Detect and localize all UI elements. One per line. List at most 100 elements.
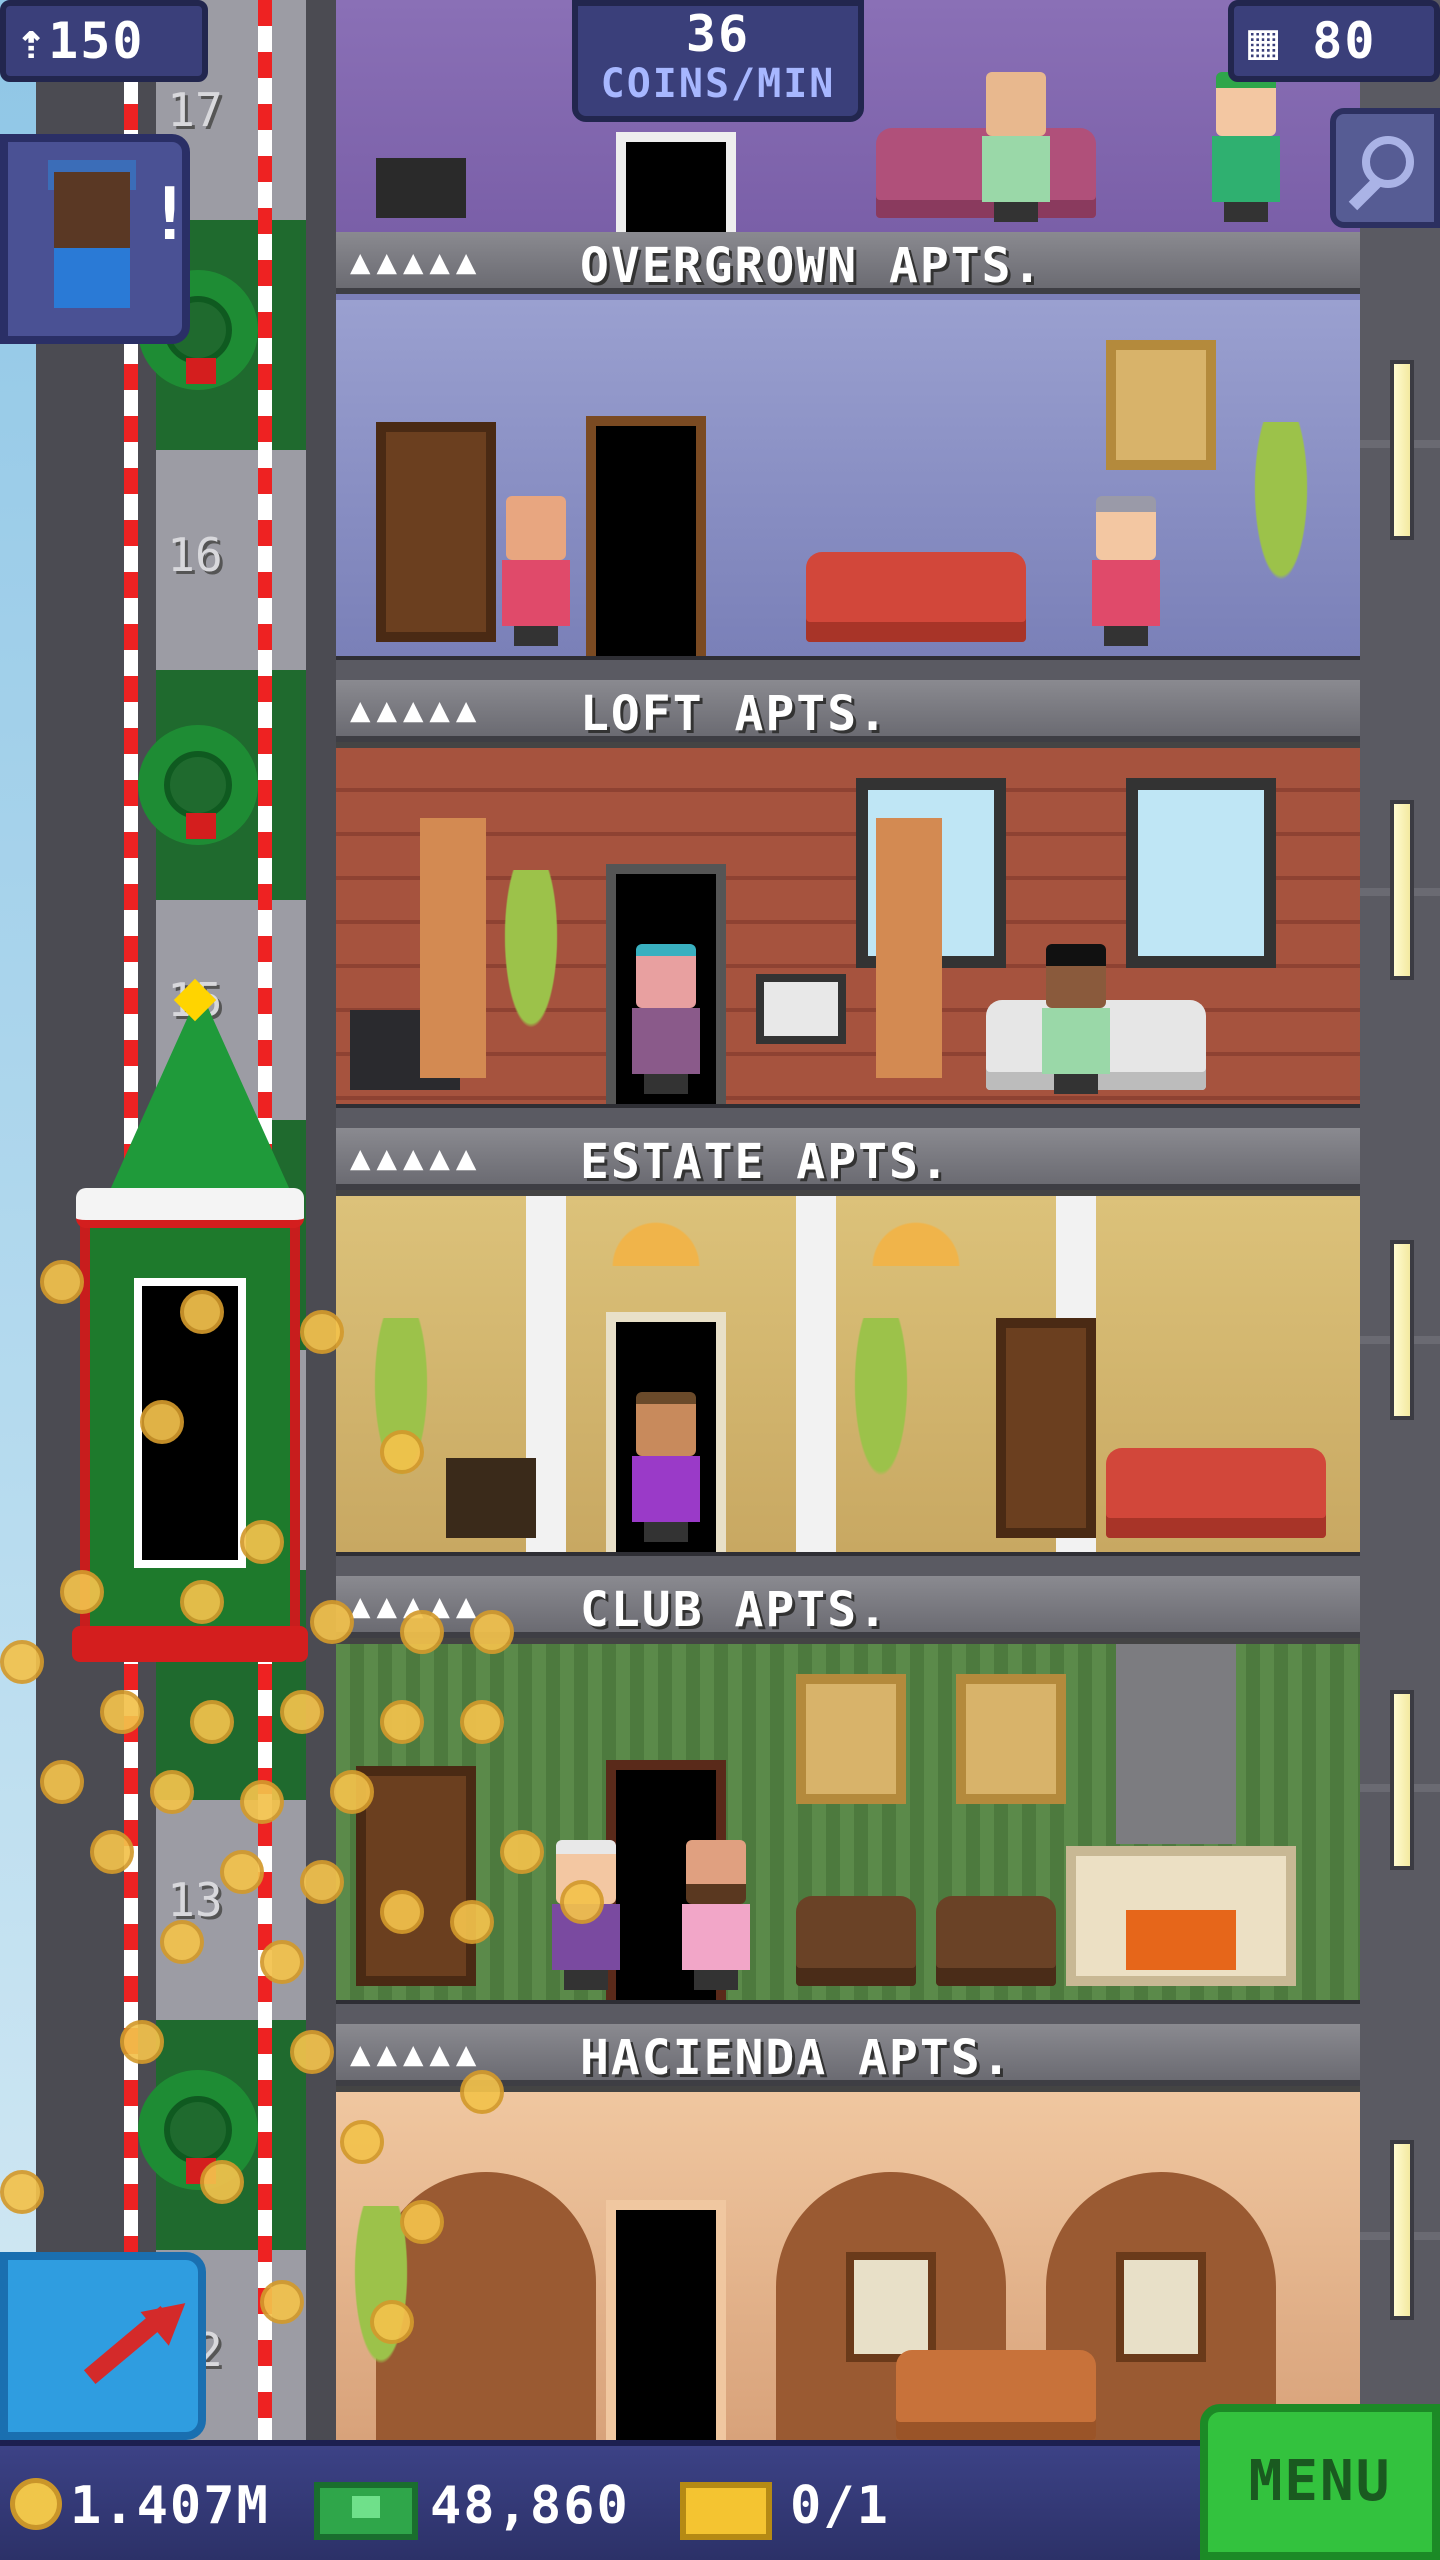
window bbox=[846, 2252, 936, 2362]
menu-button[interactable]: MENU bbox=[1200, 2404, 1440, 2560]
floor-name: ESTATE APTS. bbox=[580, 1134, 951, 1190]
floor-number: 16 bbox=[167, 528, 223, 582]
coin-icon bbox=[450, 1900, 494, 1944]
floor-room bbox=[336, 300, 1360, 656]
person-up-icon: ⇡ bbox=[16, 12, 49, 70]
floor-counter[interactable]: ▦ 80 bbox=[1228, 0, 1440, 82]
coin-icon bbox=[220, 1850, 264, 1894]
floor-stars: ▲▲▲▲▲ bbox=[350, 242, 483, 282]
fire bbox=[1126, 1910, 1236, 1970]
floor-stars: ▲▲▲▲▲ bbox=[350, 690, 483, 730]
resident[interactable] bbox=[626, 1392, 706, 1542]
sofa bbox=[806, 552, 1026, 642]
coin-icon bbox=[370, 2300, 414, 2344]
floor-estate[interactable]: ▲▲▲▲▲ ESTATE APTS. bbox=[336, 1128, 1360, 1576]
plant bbox=[1236, 422, 1326, 642]
coins-balance: 1.407M bbox=[70, 2476, 270, 2536]
resident[interactable] bbox=[626, 944, 706, 1094]
visitor-notification-button[interactable]: ! bbox=[0, 134, 194, 344]
resident[interactable] bbox=[676, 1840, 756, 1990]
portrait bbox=[956, 1674, 1066, 1804]
floor-room bbox=[336, 1644, 1360, 2000]
coin-icon bbox=[180, 1580, 224, 1624]
coin-icon bbox=[200, 2160, 244, 2204]
portrait bbox=[796, 1674, 906, 1804]
apartment-door bbox=[586, 416, 706, 656]
neighbor-window bbox=[1390, 2140, 1414, 2320]
search-button[interactable] bbox=[1330, 108, 1440, 228]
floor-base bbox=[336, 1104, 1360, 1128]
telephone-table bbox=[376, 158, 466, 218]
floor-count-value: 80 bbox=[1312, 12, 1377, 70]
bookshelf bbox=[376, 422, 496, 642]
floor-stars: ▲▲▲▲▲ bbox=[350, 1138, 483, 1178]
elevator-car[interactable] bbox=[72, 1188, 308, 1662]
neighbor-window bbox=[1390, 800, 1414, 980]
coin-icon bbox=[90, 1830, 134, 1874]
coin-icon bbox=[310, 1600, 354, 1644]
coin-icon bbox=[300, 1860, 344, 1904]
neighbor-window bbox=[1390, 1690, 1414, 1870]
floor-room bbox=[336, 1196, 1360, 1552]
chandelier bbox=[596, 1206, 716, 1266]
resident[interactable] bbox=[1086, 496, 1166, 646]
population-value: 150 bbox=[48, 12, 145, 70]
coins-per-minute: 36 COINS/MIN bbox=[572, 0, 864, 122]
coins-rate-value: 36 bbox=[685, 5, 751, 63]
vip-elevator-button[interactable] bbox=[0, 2252, 206, 2440]
floor-stars: ▲▲▲▲▲ bbox=[350, 2034, 483, 2074]
coin-icon bbox=[190, 1700, 234, 1744]
floor-base bbox=[336, 2000, 1360, 2024]
resident[interactable] bbox=[1206, 72, 1286, 222]
floor-room bbox=[336, 748, 1360, 1104]
coin-icon bbox=[290, 2030, 334, 2074]
chandelier bbox=[856, 1206, 976, 1266]
coin-icon bbox=[340, 2120, 384, 2164]
coin-icon bbox=[460, 1700, 504, 1744]
pillar bbox=[420, 818, 486, 1078]
floor-loft[interactable]: ▲▲▲▲▲ LOFT APTS. bbox=[336, 680, 1360, 1128]
floor-header: ▲▲▲▲▲ OVERGROWN APTS. bbox=[336, 232, 1360, 294]
population-counter[interactable]: ⇡150 bbox=[0, 0, 208, 82]
floor-base bbox=[336, 656, 1360, 680]
coin-icon bbox=[140, 1400, 184, 1444]
apartment-door bbox=[606, 2200, 726, 2440]
column bbox=[796, 1196, 836, 1552]
coin-icon bbox=[150, 1770, 194, 1814]
coin-icon bbox=[240, 1520, 284, 1564]
coin-icon bbox=[10, 2478, 62, 2530]
visitor-avatar bbox=[54, 172, 130, 248]
coin-icon bbox=[40, 1760, 84, 1804]
sofa bbox=[1106, 1448, 1326, 1538]
magnifier-handle bbox=[1348, 177, 1382, 211]
window bbox=[1116, 2252, 1206, 2362]
resident[interactable] bbox=[1036, 944, 1116, 1094]
alert-icon: ! bbox=[148, 172, 194, 256]
resident[interactable] bbox=[496, 496, 576, 646]
coin-icon bbox=[460, 2070, 504, 2114]
coins-rate-unit: COINS/MIN bbox=[600, 61, 836, 107]
bux-bill-icon bbox=[314, 2482, 418, 2540]
bookshelf bbox=[356, 1766, 476, 1986]
armchair bbox=[936, 1896, 1056, 1986]
plant bbox=[836, 1318, 926, 1538]
coin-icon bbox=[160, 1920, 204, 1964]
bux-balance: 48,860 bbox=[430, 2476, 630, 2536]
coin-icon bbox=[560, 1880, 604, 1924]
coin-icon bbox=[260, 1940, 304, 1984]
coin-icon bbox=[260, 2280, 304, 2324]
coin-icon bbox=[380, 1890, 424, 1934]
coin-icon bbox=[380, 1700, 424, 1744]
floor-overgrown[interactable]: ▲▲▲▲▲ OVERGROWN APTS. bbox=[336, 232, 1360, 680]
floor-name: OVERGROWN APTS. bbox=[580, 238, 1044, 294]
apartment-door bbox=[616, 132, 736, 232]
sofa bbox=[896, 2350, 1096, 2440]
floor-number: 17 bbox=[167, 83, 223, 137]
building-grid-icon: ▦ bbox=[1248, 12, 1281, 70]
neighbor-window bbox=[1390, 1240, 1414, 1420]
bookshelf bbox=[996, 1318, 1096, 1538]
coin-icon bbox=[400, 1610, 444, 1654]
coin-icon bbox=[400, 2200, 444, 2244]
coin-icon bbox=[60, 1570, 104, 1614]
resident[interactable] bbox=[976, 72, 1056, 222]
